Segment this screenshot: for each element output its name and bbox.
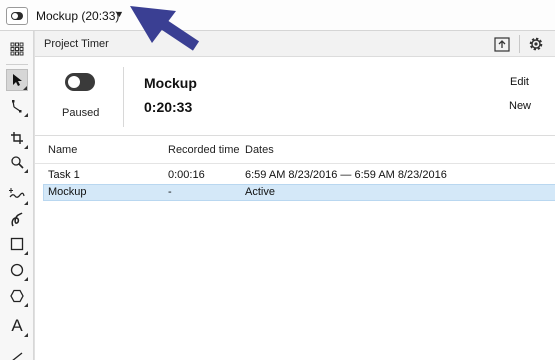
- toggle-icon: [11, 12, 23, 20]
- pause-resume-toggle[interactable]: [65, 73, 95, 91]
- column-header-dates[interactable]: Dates: [245, 144, 274, 156]
- toolbox-divider: [6, 64, 28, 65]
- timer-toggle-button[interactable]: [6, 7, 28, 25]
- table-row-selected[interactable]: Mockup - Active: [43, 184, 555, 201]
- settings-button[interactable]: [527, 35, 545, 53]
- flyout-indicator-icon: [24, 113, 28, 117]
- flyout-indicator-icon: [24, 303, 28, 307]
- column-header-name[interactable]: Name: [48, 144, 77, 156]
- crop-tool-icon: [11, 132, 23, 144]
- freehand-tool-icon: [9, 188, 25, 198]
- ellipse-tool[interactable]: [6, 259, 28, 281]
- tasks-table: Name Recorded time Dates Task 1 0:00:16 …: [35, 135, 555, 360]
- flyout-indicator-icon: [24, 333, 28, 337]
- timer-title[interactable]: Mockup (20:33): [36, 9, 119, 23]
- line-tool-icon: [12, 352, 23, 360]
- shape-tool[interactable]: [6, 95, 28, 117]
- timer-bar: Mockup (20:33) ▼: [0, 0, 555, 31]
- row-dates: Active: [245, 186, 275, 198]
- text-tool-icon: A: [11, 316, 23, 335]
- flyout-indicator-icon: [24, 251, 28, 255]
- crop-tool[interactable]: [6, 127, 28, 149]
- polygon-tool[interactable]: [6, 285, 28, 307]
- ellipse-tool-icon: [10, 263, 24, 277]
- row-recorded-time: 0:00:16: [168, 169, 205, 181]
- header-divider: [519, 35, 520, 53]
- rectangle-tool[interactable]: [6, 233, 28, 255]
- pick-tool-icon: [13, 74, 22, 86]
- flyout-indicator-icon: [23, 86, 27, 90]
- zoom-tool[interactable]: [6, 151, 28, 173]
- toolbox: A: [0, 31, 34, 360]
- export-icon: [494, 37, 510, 52]
- text-tool[interactable]: A: [6, 315, 28, 337]
- artistic-media-tool-icon: [11, 212, 23, 227]
- shape-tool-icon: [12, 100, 22, 113]
- row-name: Task 1: [48, 169, 80, 181]
- edit-button[interactable]: Edit: [510, 76, 529, 88]
- grid-icon: [10, 42, 24, 56]
- artistic-media-tool[interactable]: [6, 209, 28, 231]
- pick-tool[interactable]: [6, 69, 28, 91]
- line-tool[interactable]: [6, 345, 28, 360]
- project-elapsed-time: 0:20:33: [144, 99, 193, 115]
- toolbox-grip-icon[interactable]: [6, 38, 28, 60]
- export-button[interactable]: [493, 35, 511, 53]
- status-label: Paused: [62, 107, 100, 119]
- gear-icon: [529, 37, 543, 51]
- flyout-indicator-icon: [24, 201, 28, 205]
- rectangle-tool-icon: [10, 237, 24, 251]
- header-divider: [35, 163, 555, 164]
- flyout-indicator-icon: [24, 145, 28, 149]
- row-recorded-time: -: [168, 186, 172, 198]
- freehand-tool[interactable]: [6, 183, 28, 205]
- zoom-tool-icon: [11, 156, 24, 169]
- docker-header: Project Timer: [35, 31, 555, 57]
- column-header-recorded-time[interactable]: Recorded time: [168, 144, 240, 156]
- chevron-down-icon[interactable]: ▼: [115, 9, 124, 19]
- summary-divider: [123, 67, 124, 127]
- flyout-indicator-icon: [24, 277, 28, 281]
- row-name: Mockup: [48, 186, 87, 198]
- row-dates: 6:59 AM 8/23/2016 — 6:59 AM 8/23/2016: [245, 169, 447, 181]
- new-button[interactable]: New: [509, 100, 531, 112]
- project-name: Mockup: [144, 75, 197, 91]
- flyout-indicator-icon: [24, 169, 28, 173]
- table-header: Name Recorded time Dates: [35, 136, 555, 160]
- project-timer-docker: Project Timer Paused Mockup 0:20:33 Edit…: [34, 31, 555, 360]
- polygon-tool-icon: [10, 289, 24, 303]
- docker-title: Project Timer: [44, 38, 109, 50]
- table-row[interactable]: Task 1 0:00:16 6:59 AM 8/23/2016 — 6:59 …: [43, 167, 555, 184]
